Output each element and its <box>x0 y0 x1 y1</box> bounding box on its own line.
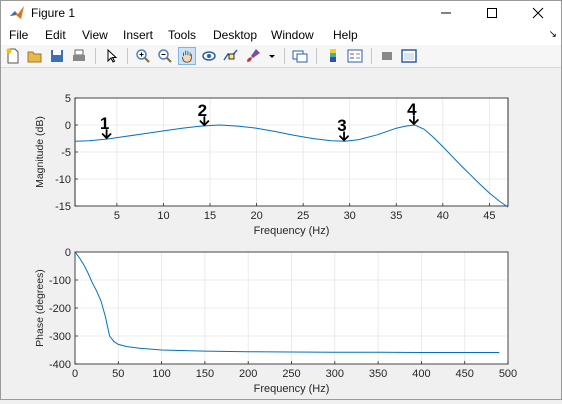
rotate-3d-button[interactable] <box>200 47 218 65</box>
window-title: Figure 1 <box>31 6 76 20</box>
figure-toolbar <box>1 45 561 68</box>
phase-xlabel: Frequency (Hz) <box>254 383 330 395</box>
new-figure-icon <box>6 48 19 64</box>
menu-window[interactable]: Window <box>271 28 314 42</box>
print-button[interactable] <box>70 47 88 65</box>
close-button[interactable] <box>515 1 561 25</box>
brush-dropdown[interactable] <box>266 47 278 65</box>
y-tick-label: 0 <box>65 120 71 132</box>
new-figure-button[interactable] <box>4 47 22 65</box>
x-tick-label: 100 <box>152 368 170 380</box>
save-button[interactable] <box>48 47 66 65</box>
zoom-out-button[interactable] <box>156 47 174 65</box>
magnitude-ylabel: Magnitude (dB) <box>34 116 46 188</box>
x-tick-label: 250 <box>282 368 300 380</box>
x-tick-label: 500 <box>499 368 517 380</box>
annotation-label: 4 <box>407 100 417 119</box>
brush-icon <box>247 49 260 62</box>
annotation-label: 1 <box>100 114 109 133</box>
brush-button[interactable] <box>244 47 262 65</box>
maximize-icon <box>487 8 497 18</box>
minimize-button[interactable] <box>423 1 469 25</box>
x-tick-label: 200 <box>239 368 257 380</box>
minimize-icon <box>441 12 451 14</box>
figure-canvas: 5 10 15 20 25 30 35 40 45 5 0 -5 -10 -15 1234 Frequen… <box>1 68 561 399</box>
menu-bar: File Edit View Insert Tools Desktop Wind… <box>1 25 561 45</box>
zoom-in-button[interactable] <box>134 47 152 65</box>
close-icon <box>532 7 544 19</box>
annotation-label: 3 <box>337 116 346 135</box>
y-tick-label: -15 <box>55 201 71 213</box>
menu-file[interactable]: File <box>9 28 28 42</box>
menu-view[interactable]: View <box>82 28 108 42</box>
data-cursor-icon <box>223 49 238 61</box>
phase-axes[interactable]: 0 50 100 150 200 250 300 350 400 450 500 0 -100 -200 -… <box>34 247 517 395</box>
pan-hand-icon <box>182 50 192 63</box>
x-tick-label: 5 <box>114 210 120 222</box>
insert-colorbar-icon <box>330 49 336 62</box>
x-tick-label: 50 <box>112 368 124 380</box>
edit-plot-arrow-icon <box>107 48 118 63</box>
insert-colorbar-button[interactable] <box>324 47 342 65</box>
x-tick-label: 450 <box>456 368 474 380</box>
x-tick-label: 40 <box>437 210 449 222</box>
save-icon <box>51 50 63 62</box>
open-file-button[interactable] <box>26 47 44 65</box>
x-tick-label: 150 <box>196 368 214 380</box>
menu-insert[interactable]: Insert <box>123 28 153 42</box>
phase-ylabel: Phase (degrees) <box>34 269 46 347</box>
insert-legend-icon <box>347 49 363 63</box>
x-tick-label: 25 <box>297 210 309 222</box>
show-plot-tools-button[interactable] <box>400 47 418 65</box>
maximize-button[interactable] <box>469 1 515 25</box>
link-plot-button[interactable] <box>291 47 309 65</box>
data-cursor-button[interactable] <box>222 47 240 65</box>
x-tick-label: 15 <box>204 210 216 222</box>
menu-tools[interactable]: Tools <box>168 28 196 42</box>
y-tick-label: -400 <box>49 359 71 371</box>
show-plot-tools-icon <box>401 49 417 63</box>
x-tick-label: 10 <box>157 210 169 222</box>
menu-edit[interactable]: Edit <box>45 28 66 42</box>
figure-window: Figure 1 File Edit View Insert Tools Des… <box>0 0 562 400</box>
y-tick-label: -300 <box>49 331 71 343</box>
y-tick-label: -200 <box>49 303 71 315</box>
zoom-out-icon <box>158 49 172 63</box>
y-tick-label: 5 <box>65 93 71 105</box>
x-tick-label: 45 <box>483 210 495 222</box>
matlab-logo-icon <box>10 6 24 19</box>
pan-button[interactable] <box>178 47 196 65</box>
x-tick-label: 35 <box>390 210 402 222</box>
y-tick-label: -100 <box>49 275 71 287</box>
y-tick-label: -10 <box>55 174 71 186</box>
rotate-3d-icon <box>202 51 216 61</box>
title-bar[interactable]: Figure 1 <box>1 1 561 25</box>
x-tick-label: 30 <box>344 210 356 222</box>
y-tick-label: -5 <box>61 147 71 159</box>
insert-legend-button[interactable] <box>346 47 364 65</box>
hide-plot-tools-button[interactable] <box>378 47 396 65</box>
x-tick-label: 300 <box>326 368 344 380</box>
hide-plot-tools-icon <box>382 52 392 60</box>
open-file-icon <box>27 51 42 63</box>
edit-plot-button[interactable] <box>102 47 120 65</box>
menu-help[interactable]: Help <box>333 28 358 42</box>
magnitude-xlabel: Frequency (Hz) <box>254 225 330 237</box>
dock-figure-icon[interactable]: ↘ <box>549 29 557 40</box>
annotation-label: 2 <box>198 101 207 120</box>
menu-desktop[interactable]: Desktop <box>213 28 257 42</box>
figure-plots[interactable]: 5 10 15 20 25 30 35 40 4550-5-10-15 1234 Frequen… <box>1 68 561 399</box>
magnitude-axes[interactable]: 5 10 15 20 25 30 35 40 4550-5-10-15 1234 Frequen… <box>34 93 509 237</box>
x-tick-label: 20 <box>250 210 262 222</box>
chevron-down-icon <box>269 55 275 58</box>
zoom-in-icon <box>136 49 150 63</box>
link-plot-icon <box>292 50 308 63</box>
y-tick-label: 0 <box>65 247 71 259</box>
x-tick-label: 400 <box>412 368 430 380</box>
print-icon <box>73 49 85 61</box>
x-tick-label: 350 <box>369 368 387 380</box>
x-tick-label: 0 <box>72 368 78 380</box>
